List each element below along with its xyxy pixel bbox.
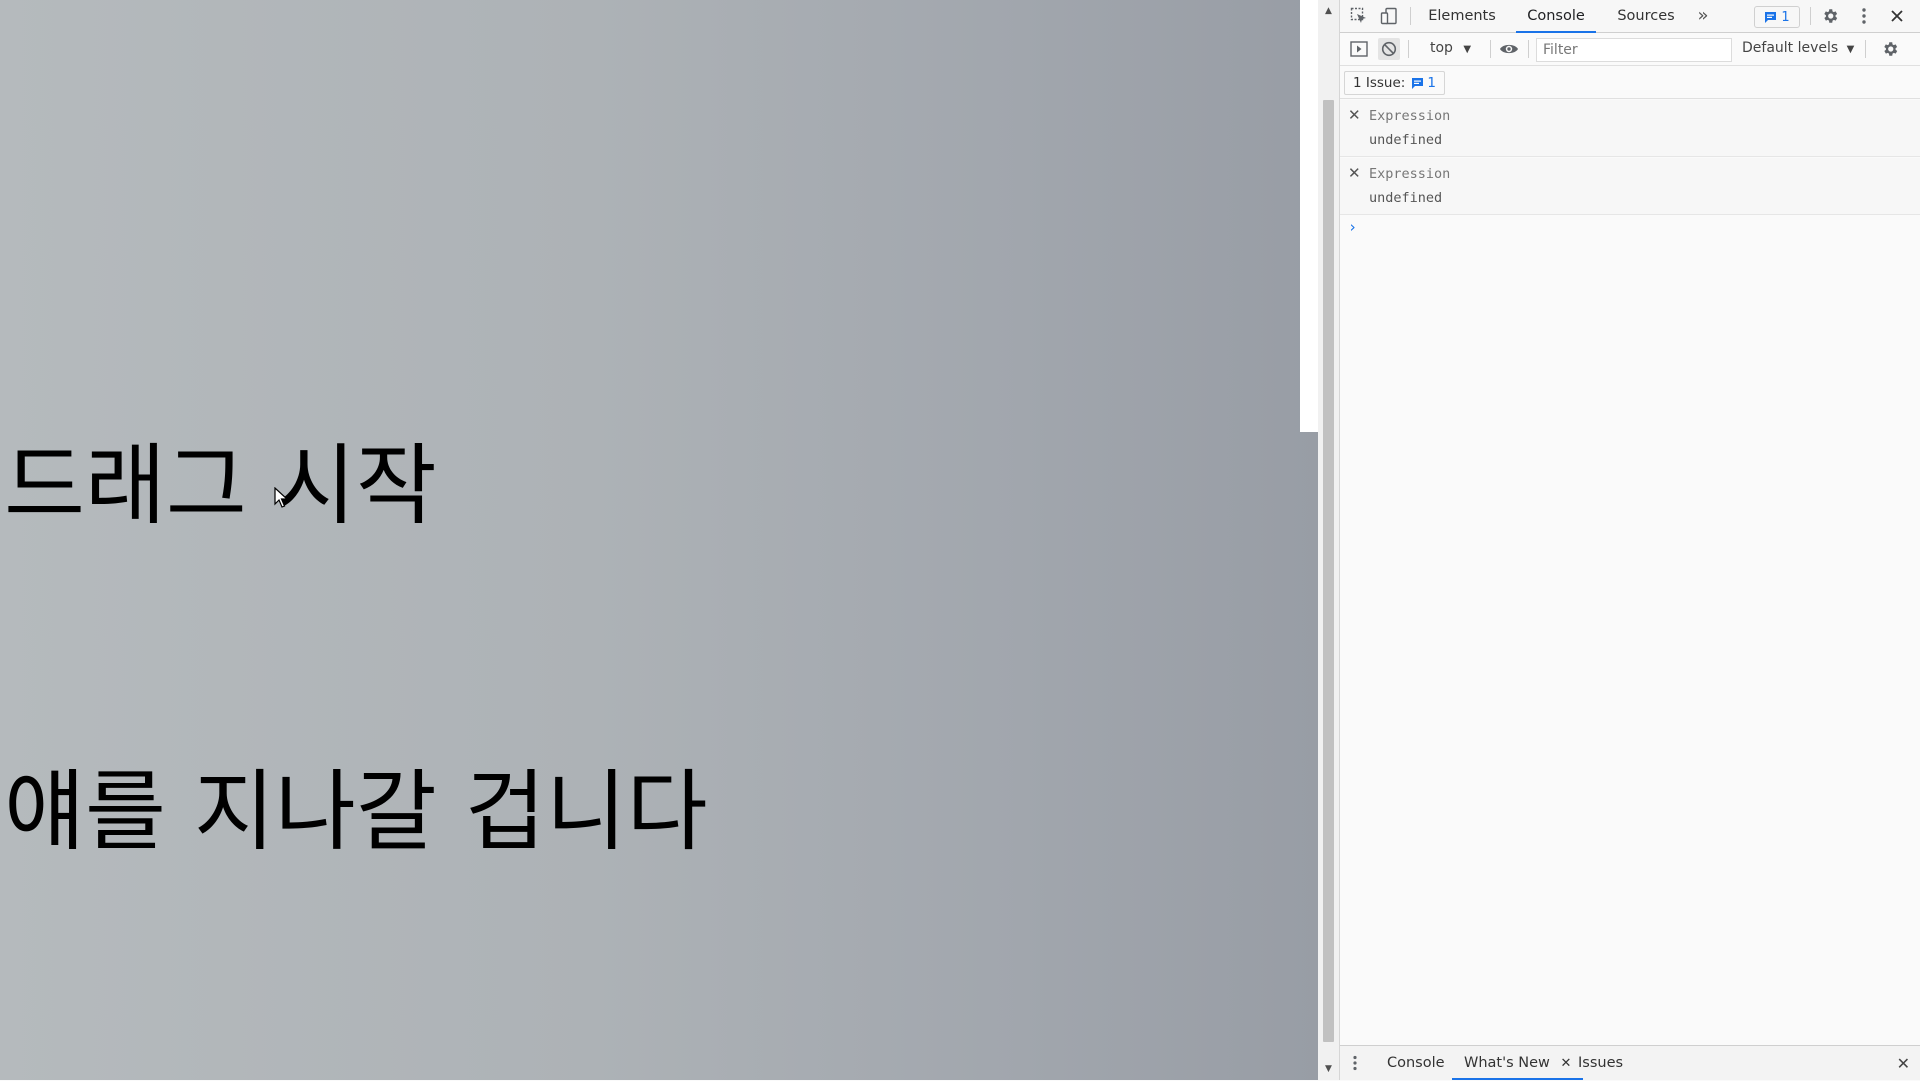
sidebar-toggle-icon[interactable]	[1348, 38, 1370, 60]
close-icon[interactable]: ✕	[1560, 1056, 1571, 1071]
scroll-down-arrow-icon[interactable]: ▼	[1318, 1060, 1339, 1078]
scroll-up-arrow-icon[interactable]: ▲	[1318, 2, 1339, 20]
console-toolbar: top ▼ Default levels ▼	[1340, 33, 1920, 66]
close-drawer-icon[interactable]: ✕	[1897, 1054, 1910, 1073]
kebab-menu-icon[interactable]	[1853, 5, 1875, 27]
remove-expression-icon[interactable]: ✕	[1348, 164, 1361, 182]
device-toolbar-icon[interactable]	[1378, 5, 1400, 27]
more-tabs-button[interactable]: »	[1692, 0, 1714, 32]
issues-flag-icon	[1765, 11, 1777, 23]
expression-value: undefined	[1369, 190, 1443, 206]
devtools-toolbar: Elements Console Sources » 1	[1340, 0, 1920, 33]
settings-gear-icon[interactable]	[1819, 5, 1841, 27]
drawer-tab-whats-new-label: What's New	[1464, 1055, 1550, 1071]
expression-label[interactable]: Expression	[1369, 166, 1450, 182]
pass-through-text[interactable]: 얘를 지나갈 겁니다	[4, 768, 708, 856]
drawer-tab-whats-new[interactable]: What's New ✕	[1452, 1046, 1584, 1080]
inspect-element-icon[interactable]	[1348, 5, 1370, 27]
context-select[interactable]: top ▼	[1430, 40, 1471, 56]
console-output[interactable]	[1340, 216, 1920, 1044]
log-levels-select[interactable]: Default levels ▼	[1742, 40, 1854, 56]
issues-flag-icon	[1412, 77, 1424, 89]
issues-badge-button[interactable]: 1	[1754, 6, 1800, 28]
devtools-panel: Elements Console Sources » 1 top ▼ Filte…	[1340, 0, 1920, 1080]
expression-label[interactable]: Expression	[1369, 108, 1450, 124]
live-expression-eye-icon[interactable]	[1498, 38, 1520, 60]
drawer-menu-icon[interactable]	[1344, 1052, 1366, 1074]
drawer-tabbar: Console What's New ✕ Issues ✕	[1340, 1045, 1920, 1080]
tab-console[interactable]: Console	[1516, 0, 1596, 33]
log-levels-value: Default levels	[1742, 40, 1839, 56]
clear-console-icon[interactable]	[1378, 38, 1400, 60]
white-block	[1300, 0, 1318, 432]
scroll-thumb[interactable]	[1323, 100, 1334, 1042]
mouse-cursor-icon	[274, 487, 288, 508]
issues-badge-count: 1	[1781, 9, 1790, 25]
issue-label: 1 Issue:	[1353, 75, 1406, 91]
remove-expression-icon[interactable]: ✕	[1348, 106, 1361, 124]
chevron-down-icon: ▼	[1463, 44, 1472, 55]
filter-input[interactable]	[1536, 38, 1732, 62]
chevron-down-icon: ▼	[1846, 44, 1855, 55]
close-icon[interactable]	[1886, 5, 1908, 27]
issue-link[interactable]: 1 Issue: 1	[1344, 71, 1445, 95]
live-expression: ✕ Expression undefined	[1340, 158, 1920, 215]
expression-value: undefined	[1369, 132, 1443, 148]
drawer-tab-console[interactable]: Console	[1387, 1046, 1445, 1080]
page-viewport: 드래그 시작 얘를 지나갈 겁니다	[0, 0, 1318, 1080]
drag-start-text[interactable]: 드래그 시작	[4, 442, 437, 530]
tab-elements[interactable]: Elements	[1420, 0, 1504, 32]
page-scrollbar[interactable]: ▲ ▼	[1318, 0, 1340, 1080]
drawer-tab-issues[interactable]: Issues	[1578, 1046, 1623, 1080]
issue-bar: 1 Issue: 1	[1340, 66, 1920, 99]
issue-count: 1	[1427, 75, 1436, 91]
console-prompt[interactable]: ›	[1348, 218, 1357, 236]
console-settings-icon[interactable]	[1879, 38, 1901, 60]
tab-sources[interactable]: Sources	[1608, 0, 1684, 32]
live-expression: ✕ Expression undefined	[1340, 100, 1920, 157]
context-select-value: top	[1430, 40, 1453, 56]
